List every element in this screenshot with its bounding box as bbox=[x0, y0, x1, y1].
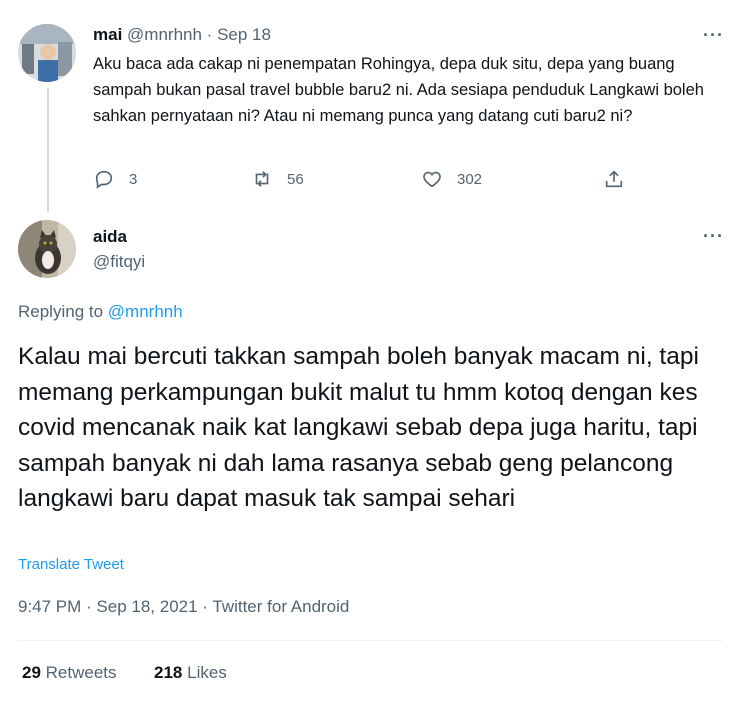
likes-label: Likes bbox=[187, 663, 227, 682]
more-options-icon[interactable]: ··· bbox=[703, 227, 724, 245]
retweets-label: Retweets bbox=[45, 663, 117, 682]
avatar[interactable] bbox=[18, 24, 76, 82]
retweet-icon bbox=[255, 171, 269, 187]
tweet-text: Aku baca ada cakap ni penempatan Rohingy… bbox=[93, 55, 704, 125]
reply-button[interactable]: 3 bbox=[93, 168, 137, 190]
like-count: 302 bbox=[457, 170, 483, 188]
handle[interactable]: @fitqyi bbox=[93, 252, 145, 272]
tweet-header: mai @mnrhnh · Sep 18 bbox=[93, 25, 271, 45]
thread-line bbox=[47, 88, 49, 212]
handle[interactable]: @mnrhnh bbox=[127, 25, 202, 44]
share-icon bbox=[605, 170, 623, 188]
like-button[interactable]: 302 bbox=[421, 168, 482, 190]
tweet-date[interactable]: Sep 18 bbox=[217, 25, 271, 44]
display-name[interactable]: mai bbox=[93, 25, 122, 44]
reply-count: 3 bbox=[129, 170, 138, 188]
more-options-icon[interactable]: ··· bbox=[703, 26, 724, 44]
avatar-photo-aida bbox=[18, 220, 76, 278]
avatar[interactable] bbox=[18, 220, 76, 278]
tweet-text: Kalau mai bercuti takkan sampah boleh ba… bbox=[18, 343, 699, 512]
likes-stat[interactable]: 218 Likes bbox=[154, 663, 227, 683]
avatar-photo-mai bbox=[18, 24, 76, 82]
retweet-button[interactable]: 56 bbox=[251, 168, 304, 190]
replying-to-handle[interactable]: @mnrhnh bbox=[108, 302, 183, 321]
retweets-stat[interactable]: 29 Retweets bbox=[22, 663, 117, 683]
replying-to: Replying to @mnrhnh bbox=[18, 302, 183, 322]
translate-tweet-link[interactable]: Translate Tweet bbox=[18, 556, 124, 573]
reply-icon bbox=[95, 170, 113, 189]
tweet-meta[interactable]: 9:47 PM · Sep 18, 2021 · Twitter for And… bbox=[18, 597, 349, 617]
replying-to-label: Replying to bbox=[18, 302, 108, 321]
likes-count: 218 bbox=[154, 663, 183, 682]
separator: · bbox=[206, 25, 213, 44]
display-name[interactable]: aida bbox=[93, 227, 127, 247]
divider bbox=[18, 640, 723, 641]
heart-icon bbox=[423, 171, 441, 188]
retweets-count: 29 bbox=[22, 663, 41, 682]
retweet-count: 56 bbox=[287, 170, 304, 188]
share-button[interactable] bbox=[603, 168, 625, 190]
